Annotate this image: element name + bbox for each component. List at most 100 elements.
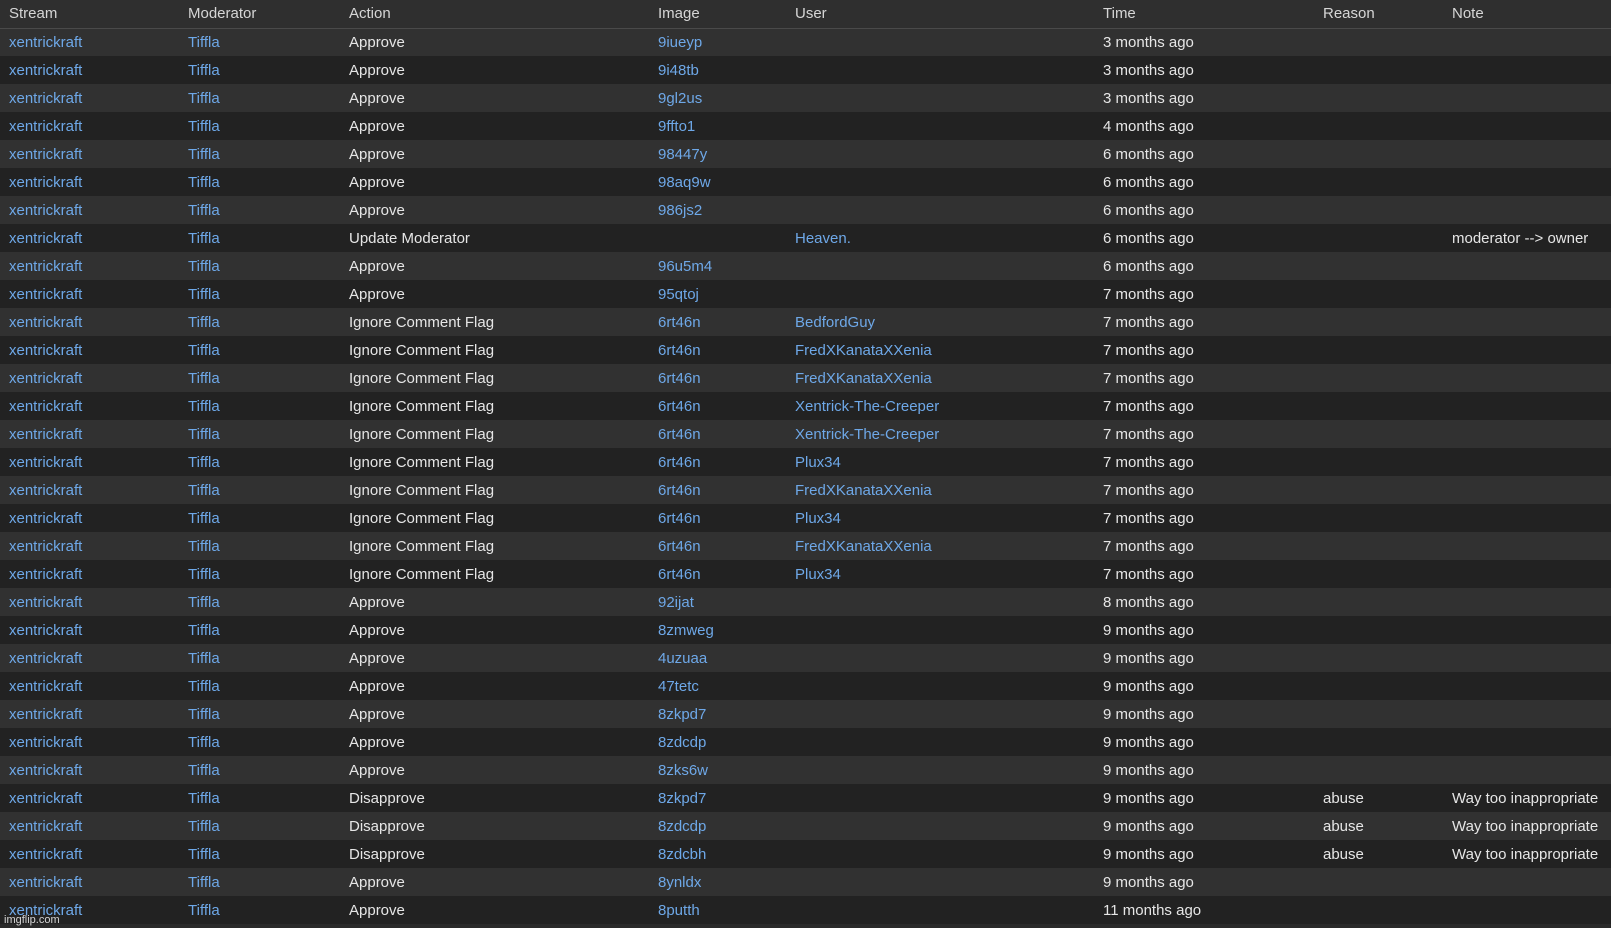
image-link[interactable]: 9gl2us — [658, 90, 702, 107]
stream-link[interactable]: xentrickraft — [9, 482, 82, 499]
image-link[interactable]: 6rt46n — [658, 454, 701, 471]
stream-link[interactable]: xentrickraft — [9, 818, 82, 835]
stream-link[interactable]: xentrickraft — [9, 342, 82, 359]
image-link[interactable]: 6rt46n — [658, 482, 701, 499]
image-link[interactable]: 95qtoj — [658, 286, 699, 303]
moderator-link[interactable]: Tiffla — [188, 818, 220, 835]
moderator-link[interactable]: Tiffla — [188, 874, 220, 891]
image-link[interactable]: 8zdcdp — [658, 818, 706, 835]
stream-link[interactable]: xentrickraft — [9, 454, 82, 471]
stream-link[interactable]: xentrickraft — [9, 874, 82, 891]
image-link[interactable]: 8zkpd7 — [658, 790, 706, 807]
image-link[interactable]: 96u5m4 — [658, 258, 712, 275]
stream-link[interactable]: xentrickraft — [9, 846, 82, 863]
stream-link[interactable]: xentrickraft — [9, 146, 82, 163]
stream-link[interactable]: xentrickraft — [9, 566, 82, 583]
stream-link[interactable]: xentrickraft — [9, 230, 82, 247]
moderator-link[interactable]: Tiffla — [188, 62, 220, 79]
image-link[interactable]: 8zmweg — [658, 622, 714, 639]
stream-link[interactable]: xentrickraft — [9, 790, 82, 807]
image-link[interactable]: 6rt46n — [658, 538, 701, 555]
moderator-link[interactable]: Tiffla — [188, 846, 220, 863]
image-link[interactable]: 6rt46n — [658, 314, 701, 331]
image-link[interactable]: 98447y — [658, 146, 707, 163]
user-link[interactable]: FredXKanataXXenia — [795, 538, 932, 555]
stream-link[interactable]: xentrickraft — [9, 678, 82, 695]
user-link[interactable]: Xentrick-The-Creeper — [795, 426, 939, 443]
user-link[interactable]: FredXKanataXXenia — [795, 482, 932, 499]
image-link[interactable]: 986js2 — [658, 202, 702, 219]
moderator-link[interactable]: Tiffla — [188, 678, 220, 695]
moderator-link[interactable]: Tiffla — [188, 650, 220, 667]
image-link[interactable]: 8putth — [658, 902, 700, 919]
image-link[interactable]: 47tetc — [658, 678, 699, 695]
stream-link[interactable]: xentrickraft — [9, 118, 82, 135]
stream-link[interactable]: xentrickraft — [9, 370, 82, 387]
stream-link[interactable]: xentrickraft — [9, 258, 82, 275]
stream-link[interactable]: xentrickraft — [9, 426, 82, 443]
image-link[interactable]: 8zkpd7 — [658, 706, 706, 723]
stream-link[interactable]: xentrickraft — [9, 90, 82, 107]
image-link[interactable]: 8zks6w — [658, 762, 708, 779]
moderator-link[interactable]: Tiffla — [188, 146, 220, 163]
moderator-link[interactable]: Tiffla — [188, 90, 220, 107]
image-link[interactable]: 8zdcbh — [658, 846, 706, 863]
image-link[interactable]: 6rt46n — [658, 426, 701, 443]
moderator-link[interactable]: Tiffla — [188, 370, 220, 387]
moderator-link[interactable]: Tiffla — [188, 174, 220, 191]
moderator-link[interactable]: Tiffla — [188, 230, 220, 247]
image-link[interactable]: 8ynldx — [658, 874, 701, 891]
stream-link[interactable]: xentrickraft — [9, 34, 82, 51]
moderator-link[interactable]: Tiffla — [188, 790, 220, 807]
stream-link[interactable]: xentrickraft — [9, 538, 82, 555]
moderator-link[interactable]: Tiffla — [188, 286, 220, 303]
moderator-link[interactable]: Tiffla — [188, 398, 220, 415]
image-link[interactable]: 98aq9w — [658, 174, 711, 191]
moderator-link[interactable]: Tiffla — [188, 454, 220, 471]
stream-link[interactable]: xentrickraft — [9, 286, 82, 303]
user-link[interactable]: Plux34 — [795, 510, 841, 527]
image-link[interactable]: 9iueyp — [658, 34, 702, 51]
stream-link[interactable]: xentrickraft — [9, 314, 82, 331]
stream-link[interactable]: xentrickraft — [9, 62, 82, 79]
moderator-link[interactable]: Tiffla — [188, 34, 220, 51]
moderator-link[interactable]: Tiffla — [188, 762, 220, 779]
moderator-link[interactable]: Tiffla — [188, 622, 220, 639]
user-link[interactable]: Heaven. — [795, 230, 851, 247]
user-link[interactable]: Plux34 — [795, 566, 841, 583]
stream-link[interactable]: xentrickraft — [9, 174, 82, 191]
stream-link[interactable]: xentrickraft — [9, 510, 82, 527]
image-link[interactable]: 6rt46n — [658, 342, 701, 359]
moderator-link[interactable]: Tiffla — [188, 510, 220, 527]
moderator-link[interactable]: Tiffla — [188, 482, 220, 499]
image-link[interactable]: 9ffto1 — [658, 118, 695, 135]
moderator-link[interactable]: Tiffla — [188, 902, 220, 919]
image-link[interactable]: 92ijat — [658, 594, 694, 611]
image-link[interactable]: 4uzuaa — [658, 650, 707, 667]
image-link[interactable]: 6rt46n — [658, 566, 701, 583]
image-link[interactable]: 6rt46n — [658, 510, 701, 527]
user-link[interactable]: FredXKanataXXenia — [795, 370, 932, 387]
user-link[interactable]: Plux34 — [795, 454, 841, 471]
moderator-link[interactable]: Tiffla — [188, 706, 220, 723]
moderator-link[interactable]: Tiffla — [188, 342, 220, 359]
moderator-link[interactable]: Tiffla — [188, 566, 220, 583]
moderator-link[interactable]: Tiffla — [188, 594, 220, 611]
moderator-link[interactable]: Tiffla — [188, 538, 220, 555]
stream-link[interactable]: xentrickraft — [9, 706, 82, 723]
user-link[interactable]: BedfordGuy — [795, 314, 875, 331]
image-link[interactable]: 9i48tb — [658, 62, 699, 79]
stream-link[interactable]: xentrickraft — [9, 734, 82, 751]
moderator-link[interactable]: Tiffla — [188, 314, 220, 331]
moderator-link[interactable]: Tiffla — [188, 202, 220, 219]
moderator-link[interactable]: Tiffla — [188, 258, 220, 275]
user-link[interactable]: FredXKanataXXenia — [795, 342, 932, 359]
image-link[interactable]: 6rt46n — [658, 398, 701, 415]
stream-link[interactable]: xentrickraft — [9, 594, 82, 611]
stream-link[interactable]: xentrickraft — [9, 650, 82, 667]
stream-link[interactable]: xentrickraft — [9, 762, 82, 779]
moderator-link[interactable]: Tiffla — [188, 734, 220, 751]
image-link[interactable]: 8zdcdp — [658, 734, 706, 751]
moderator-link[interactable]: Tiffla — [188, 118, 220, 135]
stream-link[interactable]: xentrickraft — [9, 202, 82, 219]
